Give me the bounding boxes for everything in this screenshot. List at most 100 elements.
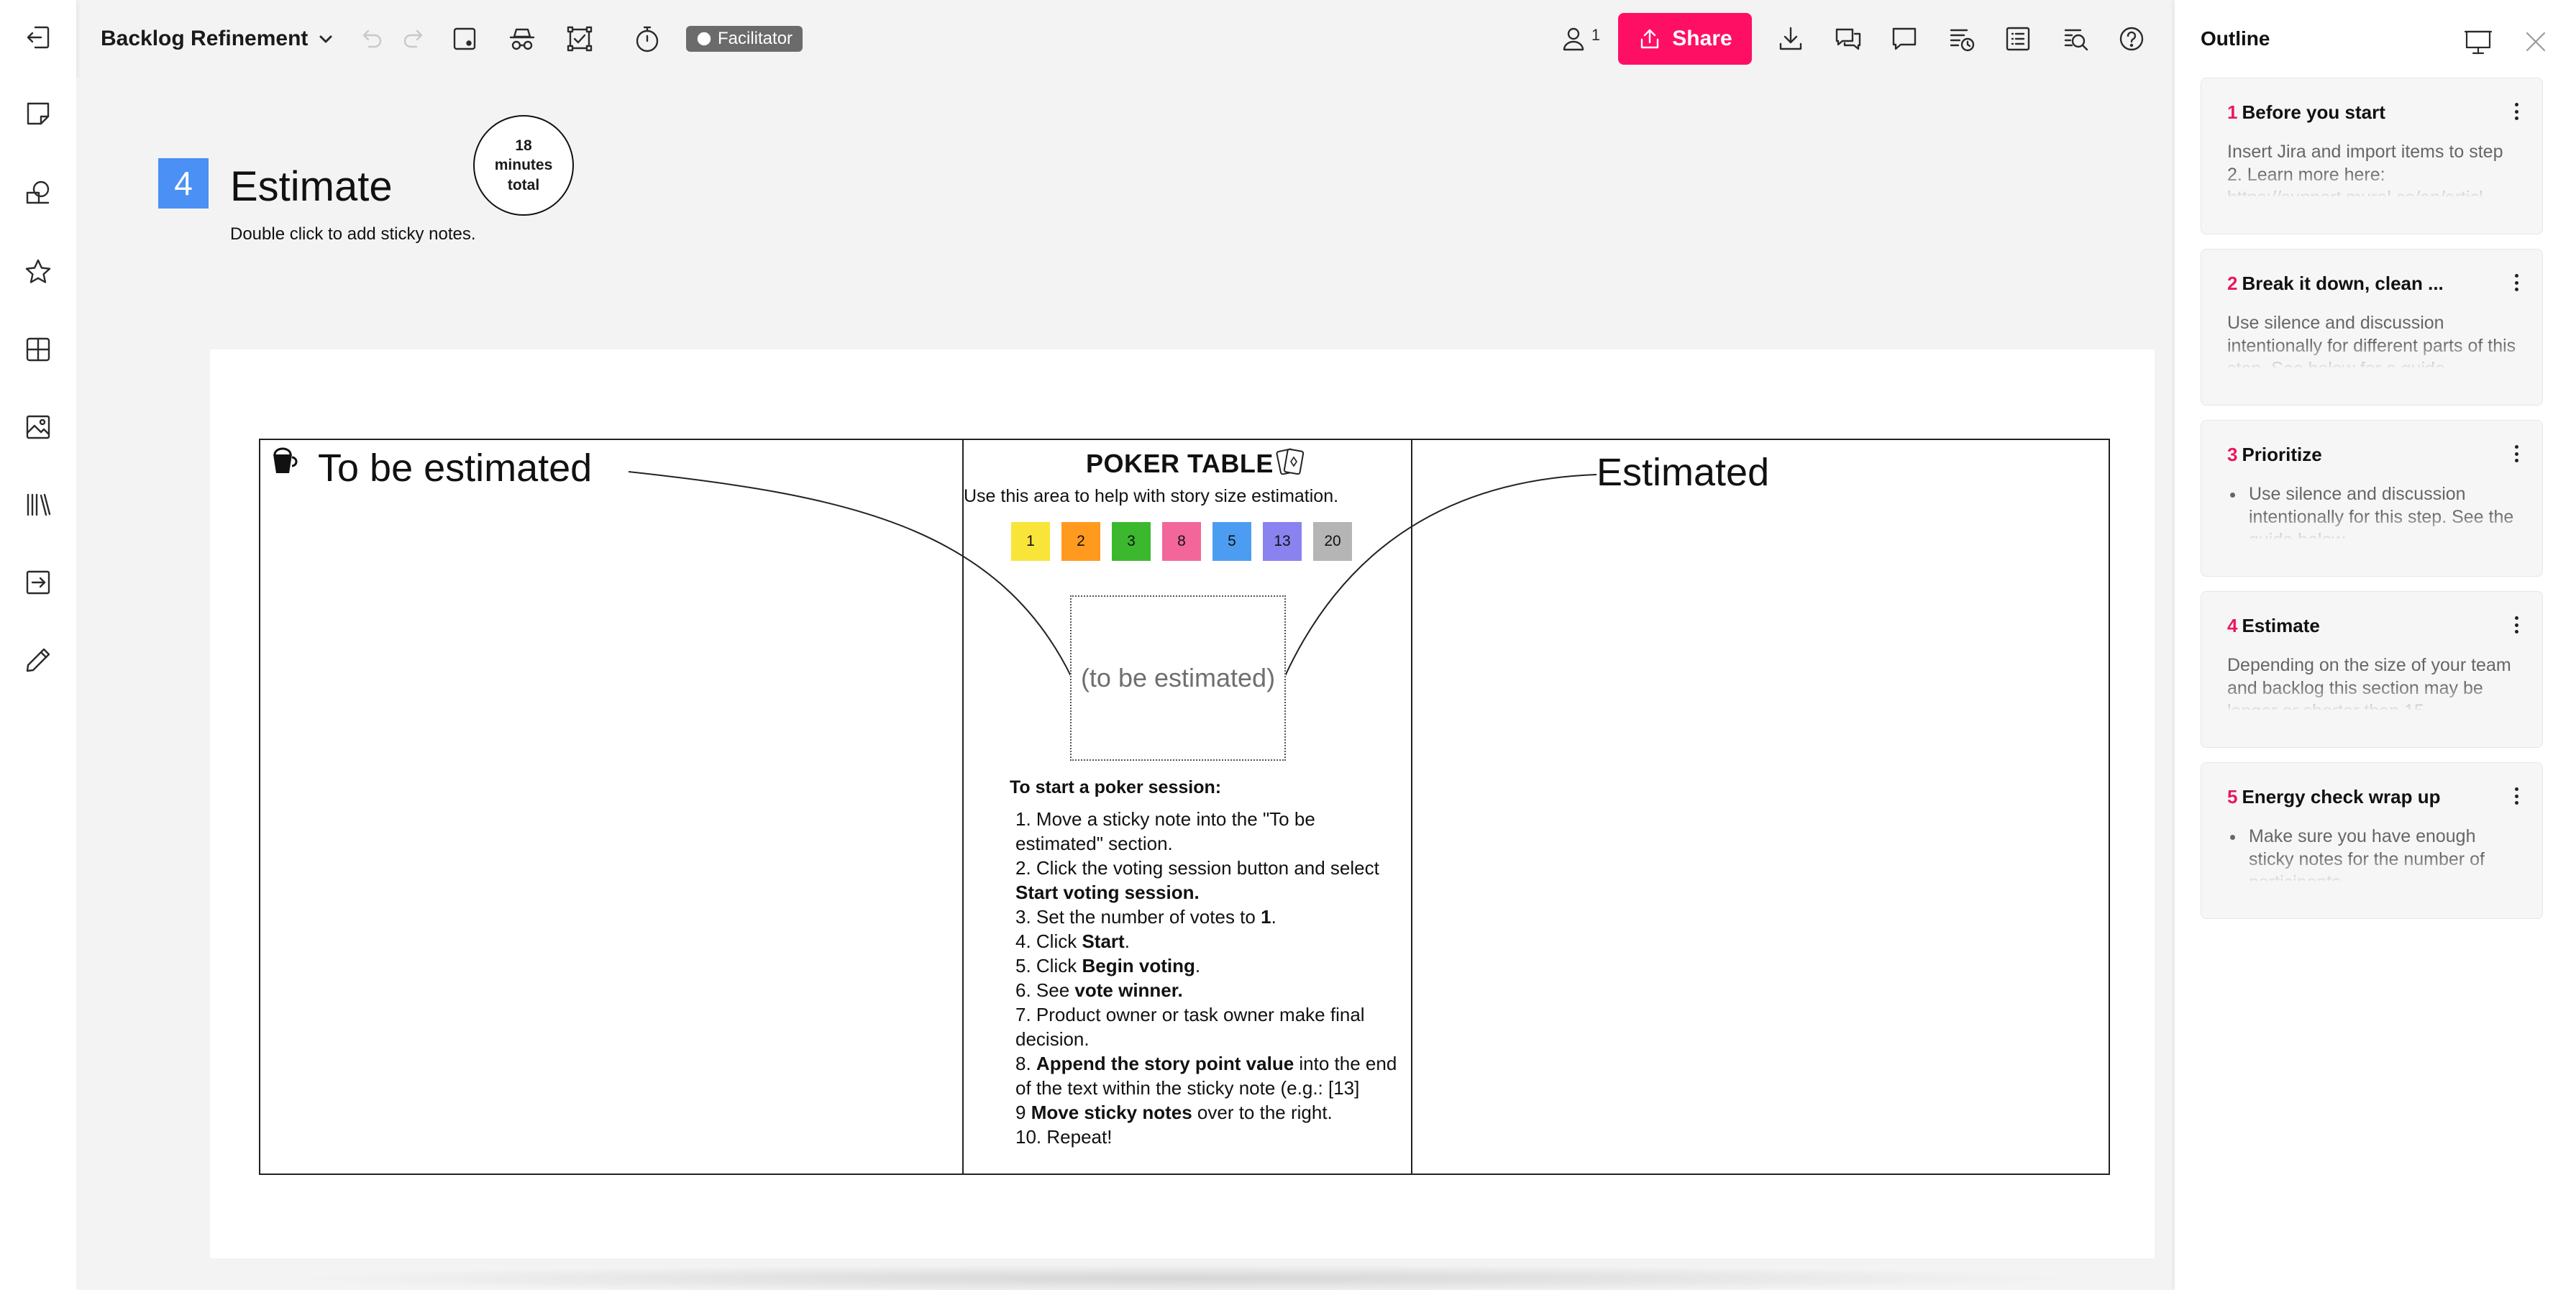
more-options-icon[interactable] — [2509, 271, 2524, 294]
outline-item-title: 1Before you start — [2227, 101, 2385, 124]
bullet-dot — [2230, 493, 2235, 498]
close-icon[interactable] — [2520, 26, 2552, 58]
outline-item-label: Prioritize — [2242, 444, 2321, 465]
share-button[interactable]: Share — [1618, 13, 1752, 65]
facilitator-icon — [696, 31, 712, 47]
timer-circle[interactable]: 18 minutes total — [473, 115, 574, 216]
outline-panel: Outline 1Before you start Insert Jira an… — [2175, 0, 2576, 1290]
timer-icon[interactable] — [627, 19, 667, 59]
image-icon[interactable] — [18, 407, 58, 447]
outline-item-number: 5 — [2227, 786, 2237, 808]
more-options-icon[interactable] — [2509, 100, 2524, 123]
participants-button[interactable]: 1 — [1556, 19, 1602, 59]
outline-item-number: 2 — [2227, 273, 2237, 294]
present-icon[interactable] — [2462, 26, 2494, 58]
poker-table-subtitle[interactable]: Use this area to help with story size es… — [964, 486, 1338, 507]
vote-card[interactable]: 1 — [1011, 522, 1050, 561]
outline-item[interactable]: 1Before you start Insert Jira and import… — [2201, 78, 2543, 234]
top-toolbar: Backlog Refinement Facilitator 1 Share — [76, 0, 2175, 78]
vote-card[interactable]: 3 — [1112, 522, 1151, 561]
instruction-step: 5. Click Begin voting. — [1015, 953, 1398, 978]
outline-item-label: Break it down, clean ... — [2242, 273, 2443, 294]
chat-icon[interactable] — [1884, 19, 1924, 59]
sticky-note-icon[interactable] — [18, 93, 58, 134]
import-icon[interactable] — [18, 562, 58, 603]
more-options-icon[interactable] — [2509, 784, 2524, 808]
more-options-icon[interactable] — [2509, 442, 2524, 465]
activity-icon[interactable] — [1942, 19, 1982, 59]
comments-icon[interactable] — [1828, 19, 1868, 59]
outline-item-body: Use silence and discussion intentionally… — [2249, 482, 2522, 539]
outline-item-label: Estimate — [2242, 615, 2319, 636]
outline-item-title: 4Estimate — [2227, 615, 2320, 637]
outline-item[interactable]: 2Break it down, clean ... Use silence an… — [2201, 249, 2543, 406]
vote-card[interactable]: 5 — [1212, 522, 1251, 561]
instruction-step: 9 Move sticky notes over to the right. — [1015, 1100, 1398, 1125]
board-shadow — [285, 1264, 2083, 1290]
section-subtitle[interactable]: Double click to add sticky notes. — [230, 224, 476, 244]
undo-icon[interactable] — [351, 19, 391, 59]
instruction-step: 3. Set the number of votes to 1. — [1015, 905, 1398, 929]
timer-minutes: 18 — [515, 136, 531, 155]
estimated-title[interactable]: Estimated — [1597, 450, 1769, 495]
pencil-icon[interactable] — [18, 640, 58, 680]
templates-icon[interactable] — [18, 329, 58, 370]
outline-item[interactable]: 5Energy check wrap up Make sure you have… — [2201, 762, 2543, 919]
instruction-step: 7. Product owner or task owner make fina… — [1015, 1002, 1398, 1051]
instruction-step: 1. Move a sticky note into the "To be es… — [1015, 807, 1398, 856]
outline-item-label: Energy check wrap up — [2242, 786, 2440, 808]
dice-icon[interactable] — [444, 19, 485, 59]
search-icon[interactable] — [2055, 19, 2096, 59]
redo-icon[interactable] — [394, 19, 434, 59]
left-toolbar — [0, 0, 76, 1290]
download-icon[interactable] — [1771, 19, 1811, 59]
select-area-icon[interactable] — [559, 19, 600, 59]
outline-item-label: Before you start — [2242, 101, 2385, 123]
vote-card[interactable]: 2 — [1061, 522, 1100, 561]
exit-icon[interactable] — [18, 17, 58, 58]
outline-title: Outline — [2201, 27, 2270, 50]
shapes-icon[interactable] — [18, 173, 58, 213]
vote-card[interactable]: 8 — [1162, 522, 1201, 561]
star-icon[interactable] — [18, 252, 58, 292]
instruction-step: 2. Click the voting session button and s… — [1015, 856, 1398, 905]
step-number-badge: 4 — [158, 158, 209, 209]
estimate-dropzone[interactable]: (to be estimated) — [1070, 595, 1286, 761]
vote-card[interactable]: 20 — [1313, 522, 1352, 561]
library-icon[interactable] — [18, 485, 58, 525]
instructions-list: 1. Move a sticky note into the "To be es… — [1010, 807, 1398, 1149]
board-title-menu[interactable]: Backlog Refinement — [101, 19, 335, 59]
poker-instructions[interactable]: To start a poker session: 1. Move a stic… — [1010, 775, 1398, 1149]
help-icon[interactable] — [2111, 19, 2152, 59]
timer-total-label: total — [508, 175, 539, 195]
outline-icon[interactable] — [1998, 19, 2038, 59]
instructions-heading: To start a poker session: — [1010, 775, 1398, 800]
share-label: Share — [1672, 27, 1732, 51]
mural-canvas[interactable]: 4 Estimate Double click to add sticky no… — [76, 78, 2175, 1290]
facilitator-label: Facilitator — [718, 29, 793, 49]
outline-item-body: Make sure you have enough sticky notes f… — [2249, 825, 2522, 881]
more-options-icon[interactable] — [2509, 613, 2524, 636]
outline-item-title: 2Break it down, clean ... — [2227, 273, 2444, 295]
facilitator-badge[interactable]: Facilitator — [686, 26, 803, 52]
section-title[interactable]: Estimate — [230, 163, 393, 211]
playing-cards-icon — [1274, 446, 1307, 477]
outline-item-number: 1 — [2227, 101, 2237, 123]
private-mode-icon[interactable] — [501, 19, 544, 59]
instruction-step: 6. See vote winner. — [1015, 978, 1398, 1002]
outline-item-title: 3Prioritize — [2227, 444, 2322, 466]
vote-card[interactable]: 13 — [1263, 522, 1302, 561]
instruction-step: 4. Click Start. — [1015, 929, 1398, 953]
to-be-estimated-title[interactable]: To be estimated — [318, 446, 592, 490]
user-count: 1 — [1591, 26, 1600, 45]
outline-item[interactable]: 4Estimate Depending on the size of your … — [2201, 591, 2543, 748]
outline-item[interactable]: 3Prioritize Use silence and discussion i… — [2201, 420, 2543, 577]
instruction-step: 10. Repeat! — [1015, 1125, 1398, 1149]
bucket-icon — [269, 446, 301, 477]
user-icon — [1558, 24, 1589, 54]
outline-item-number: 4 — [2227, 615, 2237, 636]
outline-item-number: 3 — [2227, 444, 2237, 465]
bullet-dot — [2230, 835, 2235, 840]
outline-item-body: Insert Jira and import items to step 2. … — [2227, 140, 2522, 196]
poker-table-title[interactable]: POKER TABLE — [1086, 449, 1274, 479]
